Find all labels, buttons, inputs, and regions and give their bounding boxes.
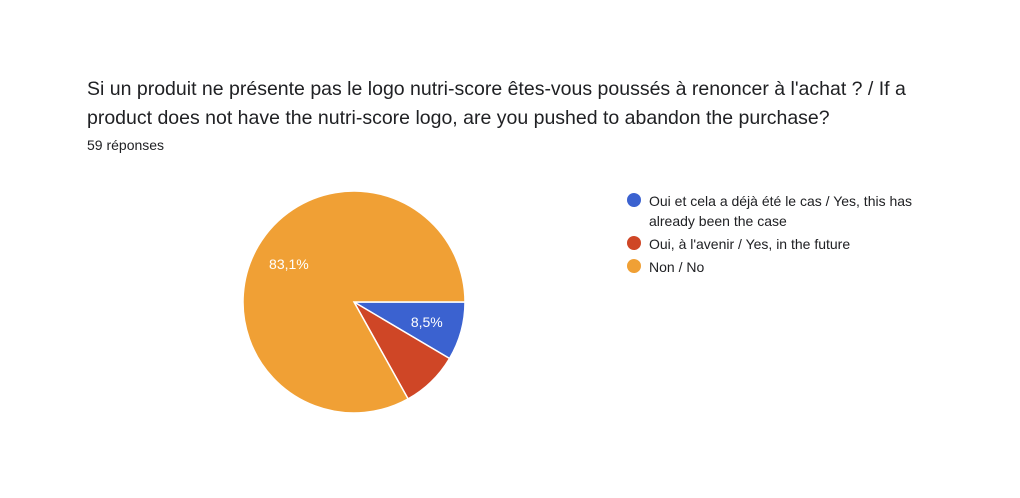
- legend-item-yes-already[interactable]: Oui et cela a déjà été le cas / Yes, thi…: [627, 191, 927, 231]
- legend-swatch: [627, 236, 641, 250]
- chart-legend: Oui et cela a déjà été le cas / Yes, thi…: [627, 191, 927, 280]
- legend-label: Non / No: [649, 259, 705, 275]
- legend-item-no[interactable]: Non / No: [627, 257, 927, 277]
- legend-swatch: [627, 259, 641, 273]
- pie-slice-label-no: 83,1%: [269, 256, 309, 272]
- legend-label: Oui et cela a déjà été le cas / Yes, thi…: [649, 193, 913, 229]
- pie-slice-label-yes-already: 8,5%: [411, 314, 443, 330]
- legend-item-yes-future[interactable]: Oui, à l'avenir / Yes, in the future: [627, 234, 927, 254]
- legend-label: Oui, à l'avenir / Yes, in the future: [649, 236, 851, 252]
- legend-swatch: [627, 193, 641, 207]
